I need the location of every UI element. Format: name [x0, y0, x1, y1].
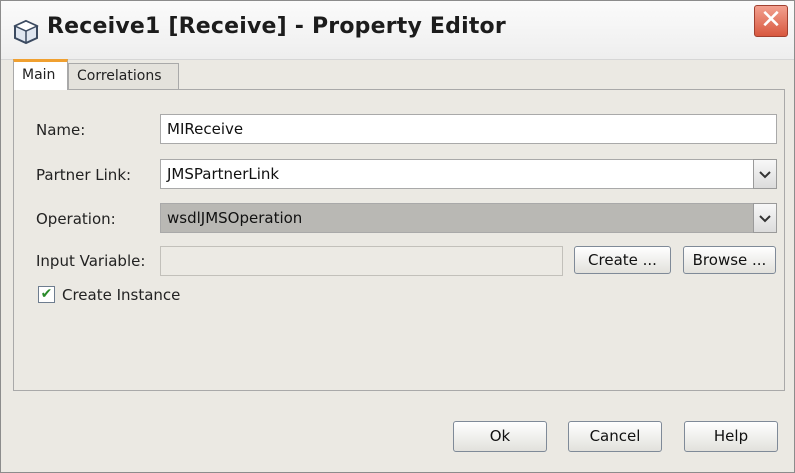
name-field-value: MIReceive — [167, 120, 244, 138]
cancel-button[interactable]: Cancel — [568, 421, 662, 452]
partner-link-value: JMSPartnerLink — [167, 165, 280, 183]
operation-value: wsdlJMSOperation — [167, 209, 303, 227]
partner-link-dropdown[interactable]: JMSPartnerLink — [160, 159, 777, 189]
name-label: Name: — [36, 121, 86, 139]
create-button[interactable]: Create ... — [574, 246, 671, 274]
property-editor-dialog: Receive1 [Receive] - Property Editor ✕ M… — [0, 0, 795, 473]
partner-link-label: Partner Link: — [36, 166, 132, 184]
app-cube-icon — [13, 19, 39, 45]
chevron-down-icon[interactable] — [753, 159, 777, 189]
input-variable-field[interactable] — [160, 246, 563, 276]
tab-correlations[interactable]: Correlations — [68, 63, 179, 89]
window-title: Receive1 [Receive] - Property Editor — [47, 14, 506, 39]
create-instance-checkbox[interactable]: ✔ — [38, 286, 55, 303]
create-instance-label[interactable]: Create Instance — [62, 286, 180, 304]
close-icon[interactable]: ✕ — [754, 5, 788, 37]
browse-button[interactable]: Browse ... — [683, 246, 776, 274]
main-tab-panel: Name: MIReceive Partner Link: JMSPartner… — [13, 89, 785, 391]
help-button[interactable]: Help — [684, 421, 778, 452]
ok-button[interactable]: Ok — [453, 421, 547, 452]
operation-dropdown[interactable]: wsdlJMSOperation — [160, 203, 777, 233]
name-field[interactable]: MIReceive — [160, 114, 777, 144]
title-bar[interactable]: Receive1 [Receive] - Property Editor ✕ — [1, 1, 794, 60]
input-variable-label: Input Variable: — [36, 252, 146, 270]
tab-main[interactable]: Main — [13, 59, 68, 90]
chevron-down-icon[interactable] — [753, 203, 777, 233]
operation-label: Operation: — [36, 210, 116, 228]
